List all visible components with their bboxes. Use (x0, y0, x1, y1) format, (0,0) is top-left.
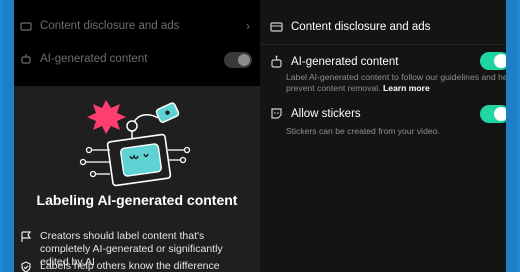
ai-toggle-dimmed (224, 52, 252, 68)
right-panel: Content disclosure and ads AI-generated … (260, 0, 506, 272)
ai-desc-line2: prevent content removal. Learn more (286, 83, 506, 94)
ai-content-description: Label AI-generated content to follow our… (286, 72, 506, 94)
ai-content-row: AI-generated content (270, 55, 398, 68)
ai-desc-line1: Label AI-generated content to follow our… (286, 72, 506, 82)
robot-icon (21, 54, 31, 64)
sheet-title: Labeling AI-generated content (36, 192, 238, 208)
learn-more-link[interactable]: Learn more (383, 83, 430, 93)
robot-icon (271, 55, 282, 68)
ai-content-toggle[interactable] (480, 52, 506, 70)
disclosure-title: Content disclosure and ads (291, 20, 431, 33)
ai-row-dimmed: AI-generated content (14, 43, 260, 75)
ai-content-title: AI-generated content (291, 55, 399, 68)
ai-desc-text: prevent content removal. (286, 83, 381, 93)
ai-robot-illustration (79, 100, 191, 187)
flag-icon (21, 231, 32, 242)
megaphone-icon (270, 22, 283, 32)
divider (260, 44, 506, 45)
megaphone-icon (20, 22, 32, 31)
info-sheet: Labeling AI-generated content Creators s… (14, 86, 260, 272)
stickers-description: Stickers can be created from your video. (286, 126, 440, 136)
bullet-item: Labels help others know the difference (20, 260, 254, 272)
chevron-right-icon: › (246, 19, 250, 33)
shield-check-icon (21, 261, 31, 272)
bullet-text: Labels help others know the difference (40, 260, 220, 272)
sticker-icon (271, 108, 282, 119)
left-panel: Content disclosure and ads › AI-generate… (14, 0, 260, 272)
disclosure-label: Content disclosure and ads (40, 20, 180, 32)
disclosure-row-dimmed: Content disclosure and ads › (14, 10, 260, 42)
stickers-row: Allow stickers (270, 107, 361, 120)
ai-label: AI-generated content (40, 53, 148, 65)
stickers-toggle[interactable] (480, 105, 506, 123)
disclosure-row[interactable]: Content disclosure and ads (270, 20, 430, 33)
stickers-title: Allow stickers (291, 107, 361, 120)
